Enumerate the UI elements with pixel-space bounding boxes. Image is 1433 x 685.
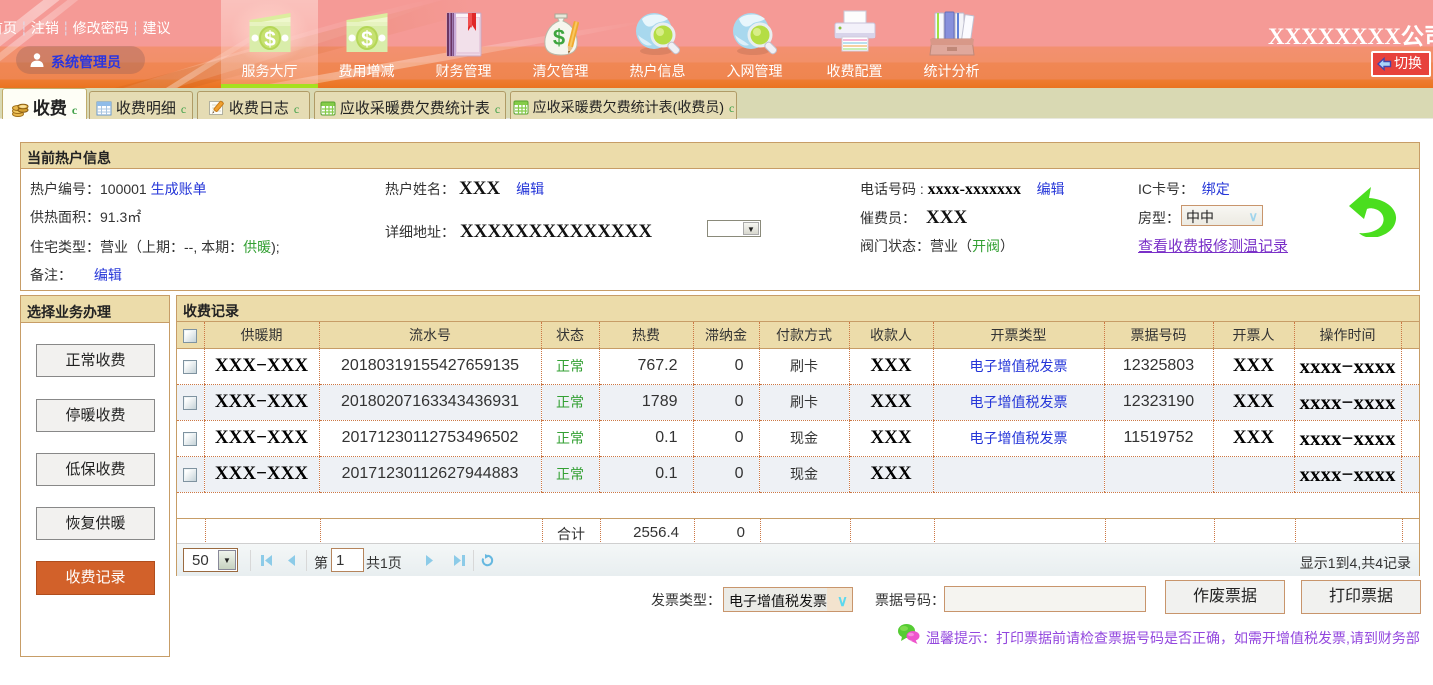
svg-text:$: $ [552, 25, 564, 50]
svg-text:$: $ [264, 28, 276, 51]
svg-text:$: $ [361, 28, 373, 51]
